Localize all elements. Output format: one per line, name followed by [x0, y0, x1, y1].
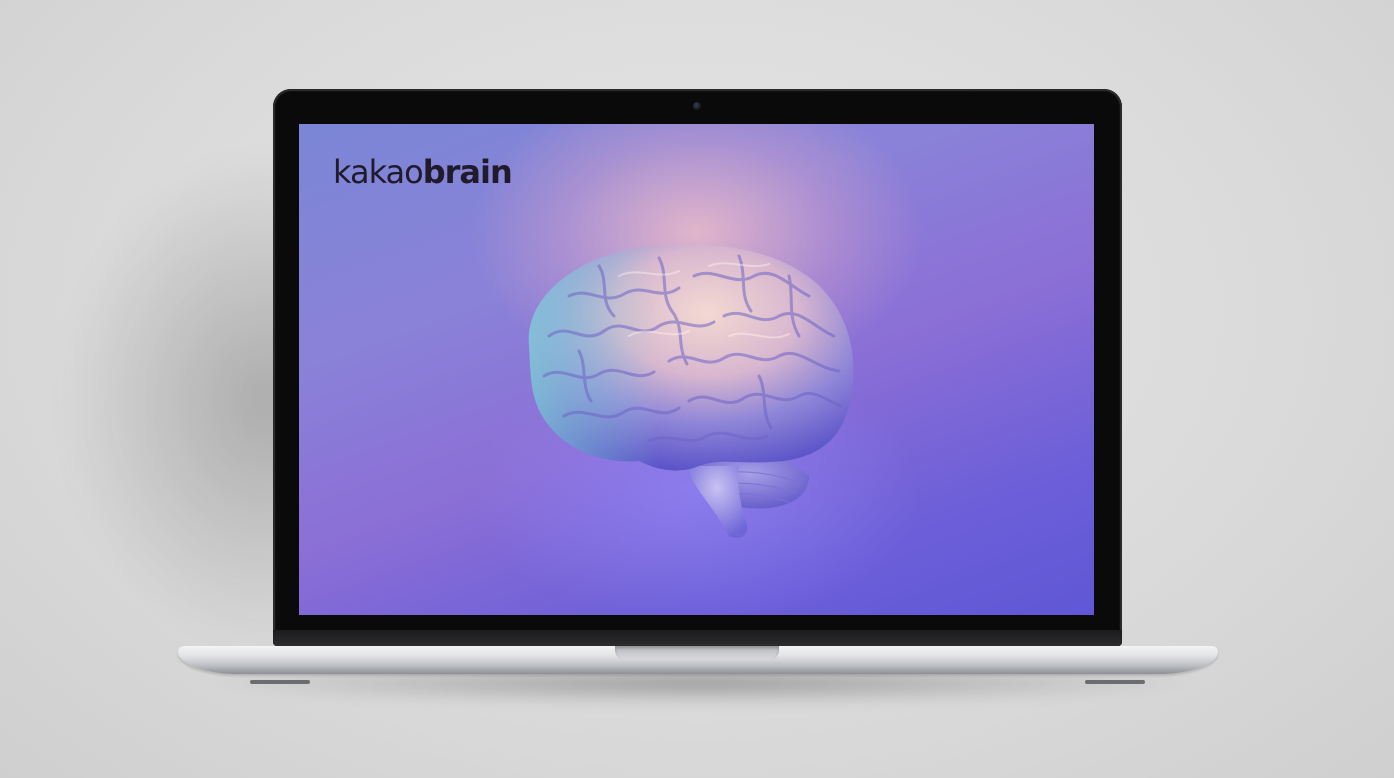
brain-icon: [509, 236, 869, 546]
lid-hinge-strip: [273, 630, 1122, 646]
laptop-screen: kakaobrain: [299, 124, 1094, 615]
logo-text-kakao: kakao: [333, 153, 424, 191]
laptop-foot-right: [1085, 680, 1145, 684]
laptop-shadow-bottom: [200, 672, 1200, 706]
webcam-icon: [693, 102, 701, 110]
kakaobrain-logo: kakaobrain: [333, 153, 513, 191]
logo-text-brain: brain: [422, 153, 513, 191]
laptop-foot-left: [250, 680, 310, 684]
mockup-scene: kakaobrain: [0, 0, 1394, 778]
lid-open-notch: [615, 646, 779, 660]
